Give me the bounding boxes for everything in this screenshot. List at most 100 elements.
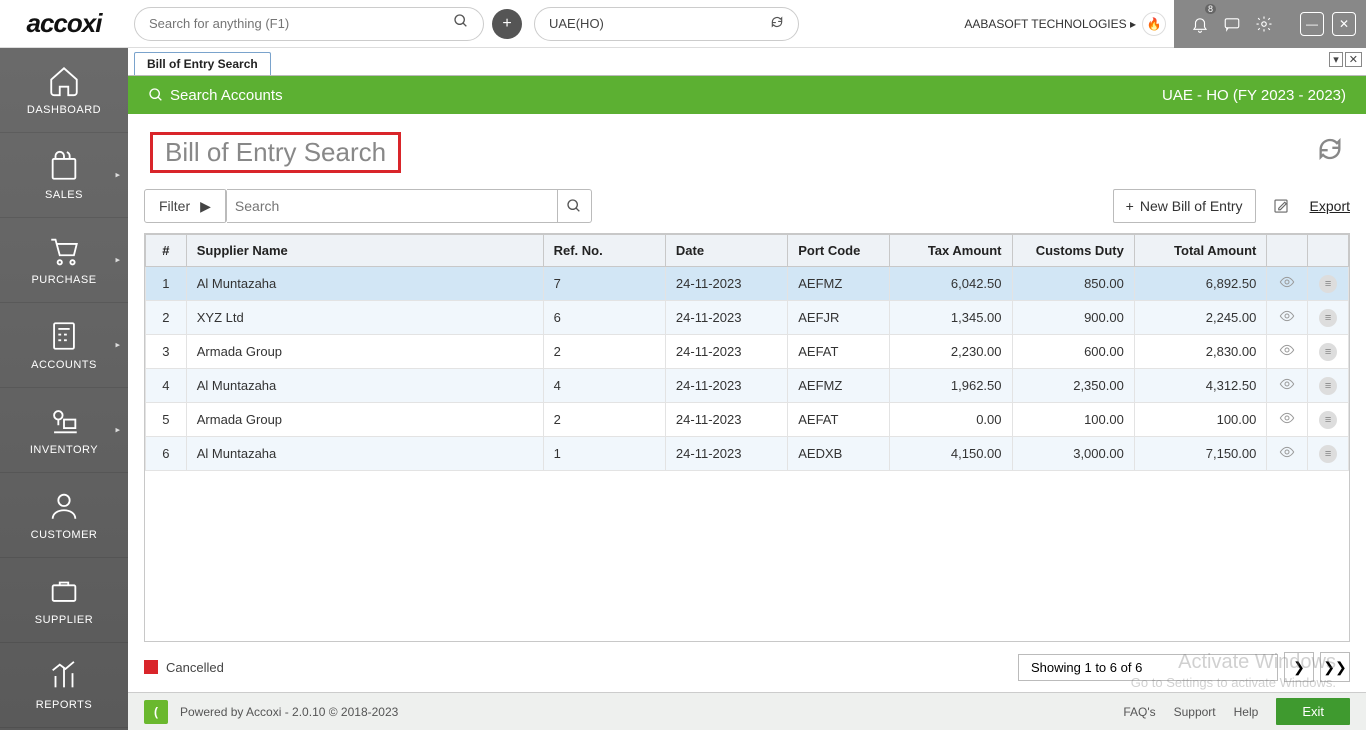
sidebar-label: INVENTORY: [30, 444, 98, 456]
row-menu-button[interactable]: ≡: [1308, 301, 1349, 335]
tab-menu-icon[interactable]: ▾: [1329, 52, 1343, 67]
global-search-input[interactable]: [149, 16, 453, 31]
cell-idx: 1: [146, 267, 187, 301]
col-ref[interactable]: Ref. No.: [543, 235, 665, 267]
search-icon[interactable]: [453, 13, 469, 34]
row-menu-button[interactable]: ≡: [1308, 403, 1349, 437]
tab-bill-of-entry-search[interactable]: Bill of Entry Search: [134, 52, 271, 75]
app-logo: accoxi: [0, 0, 128, 48]
context-bar: Search Accounts UAE - HO (FY 2023 - 2023…: [128, 76, 1366, 114]
view-row-button[interactable]: [1267, 301, 1308, 335]
cell-total: 100.00: [1134, 403, 1267, 437]
sidebar-item-sales[interactable]: SALES ▸: [0, 133, 128, 218]
view-row-button[interactable]: [1267, 437, 1308, 471]
menu-icon: ≡: [1319, 377, 1337, 395]
cell-tax: 2,230.00: [890, 335, 1012, 369]
new-bill-of-entry-button[interactable]: + New Bill of Entry: [1113, 189, 1256, 223]
close-button[interactable]: ✕: [1332, 12, 1356, 36]
help-link[interactable]: Help: [1234, 705, 1259, 719]
cell-tax: 4,150.00: [890, 437, 1012, 471]
status-row: Cancelled Showing 1 to 6 of 6 ❯ ❯❯: [128, 642, 1366, 692]
view-row-button[interactable]: [1267, 267, 1308, 301]
bottom-right: FAQ's Support Help Exit: [1123, 698, 1350, 725]
cell-supplier: Armada Group: [186, 335, 543, 369]
legend-cancelled: Cancelled: [144, 660, 224, 675]
filter-dropdown[interactable]: Filter ▶: [144, 189, 227, 223]
sidebar-item-supplier[interactable]: SUPPLIER: [0, 558, 128, 643]
table-header-row: # Supplier Name Ref. No. Date Port Code …: [146, 235, 1349, 267]
bell-icon[interactable]: 8: [1184, 0, 1216, 48]
cell-supplier: Armada Group: [186, 403, 543, 437]
minimize-button[interactable]: —: [1300, 12, 1324, 36]
col-index[interactable]: #: [146, 235, 187, 267]
sidebar-item-purchase[interactable]: PURCHASE ▸: [0, 218, 128, 303]
table-row[interactable]: 6Al Muntazaha124-11-2023AEDXB4,150.003,0…: [146, 437, 1349, 471]
sync-icon[interactable]: [770, 15, 784, 32]
search-input[interactable]: [227, 198, 557, 214]
company-name[interactable]: AABASOFT TECHNOLOGIES ▸: [964, 17, 1136, 31]
table-row[interactable]: 1Al Muntazaha724-11-2023AEFMZ6,042.50850…: [146, 267, 1349, 301]
cell-port: AEFMZ: [788, 369, 890, 403]
col-port[interactable]: Port Code: [788, 235, 890, 267]
pager-next-button[interactable]: ❯: [1284, 652, 1314, 682]
sidebar-item-accounts[interactable]: ACCOUNTS ▸: [0, 303, 128, 388]
col-tax[interactable]: Tax Amount: [890, 235, 1012, 267]
view-row-button[interactable]: [1267, 369, 1308, 403]
view-row-button[interactable]: [1267, 403, 1308, 437]
search-accounts-link[interactable]: Search Accounts: [148, 87, 283, 104]
sidebar-label: PURCHASE: [31, 274, 96, 286]
sidebar-label: SALES: [45, 189, 83, 201]
cell-supplier: Al Muntazaha: [186, 267, 543, 301]
col-customs[interactable]: Customs Duty: [1012, 235, 1134, 267]
cell-ref: 6: [543, 301, 665, 335]
col-supplier[interactable]: Supplier Name: [186, 235, 543, 267]
sidebar-item-customer[interactable]: CUSTOMER: [0, 473, 128, 558]
chat-icon[interactable]: [1216, 0, 1248, 48]
sidebar-item-reports[interactable]: REPORTS: [0, 643, 128, 728]
global-search[interactable]: [134, 7, 484, 41]
search-box[interactable]: [227, 189, 592, 223]
table-row[interactable]: 3Armada Group224-11-2023AEFAT2,230.00600…: [146, 335, 1349, 369]
faq-link[interactable]: FAQ's: [1123, 705, 1155, 719]
edit-columns-icon[interactable]: [1264, 189, 1298, 223]
export-link[interactable]: Export: [1310, 198, 1350, 214]
table-row[interactable]: 5Armada Group224-11-2023AEFAT0.00100.001…: [146, 403, 1349, 437]
sidebar-item-inventory[interactable]: INVENTORY ▸: [0, 388, 128, 473]
row-menu-button[interactable]: ≡: [1308, 437, 1349, 471]
play-icon: ▶: [200, 198, 211, 215]
view-row-button[interactable]: [1267, 335, 1308, 369]
cell-customs: 3,000.00: [1012, 437, 1134, 471]
sidebar-item-dashboard[interactable]: DASHBOARD: [0, 48, 128, 133]
cell-idx: 2: [146, 301, 187, 335]
tab-close-icon[interactable]: ✕: [1345, 52, 1362, 67]
chevron-right-icon: ▸: [115, 425, 120, 436]
notification-badge: 8: [1205, 4, 1216, 14]
pager-last-button[interactable]: ❯❯: [1320, 652, 1350, 682]
sidebar: DASHBOARD SALES ▸ PURCHASE ▸ ACCOUNTS ▸ …: [0, 48, 128, 730]
eye-icon: [1279, 410, 1295, 426]
cell-tax: 0.00: [890, 403, 1012, 437]
cell-port: AEFAT: [788, 335, 890, 369]
eye-icon: [1279, 274, 1295, 290]
row-menu-button[interactable]: ≡: [1308, 369, 1349, 403]
menu-icon: ≡: [1319, 275, 1337, 293]
row-menu-button[interactable]: ≡: [1308, 335, 1349, 369]
location-select[interactable]: UAE(HO): [534, 7, 799, 41]
company-avatar[interactable]: 🔥: [1142, 12, 1166, 36]
add-button[interactable]: +: [492, 9, 522, 39]
table-row[interactable]: 2XYZ Ltd624-11-2023AEFJR1,345.00900.002,…: [146, 301, 1349, 335]
col-date[interactable]: Date: [665, 235, 787, 267]
cell-date: 24-11-2023: [665, 267, 787, 301]
table-row[interactable]: 4Al Muntazaha424-11-2023AEFMZ1,962.502,3…: [146, 369, 1349, 403]
gear-icon[interactable]: [1248, 0, 1280, 48]
exit-button[interactable]: Exit: [1276, 698, 1350, 725]
cell-port: AEFMZ: [788, 267, 890, 301]
search-button[interactable]: [557, 189, 591, 223]
col-total[interactable]: Total Amount: [1134, 235, 1267, 267]
support-link[interactable]: Support: [1174, 705, 1216, 719]
cell-ref: 2: [543, 403, 665, 437]
refresh-icon[interactable]: [1316, 135, 1344, 170]
main-panel: Bill of Entry Search ▾ ✕ Search Accounts…: [128, 48, 1366, 730]
top-right: AABASOFT TECHNOLOGIES ▸ 🔥 8 — ✕: [964, 0, 1366, 48]
row-menu-button[interactable]: ≡: [1308, 267, 1349, 301]
